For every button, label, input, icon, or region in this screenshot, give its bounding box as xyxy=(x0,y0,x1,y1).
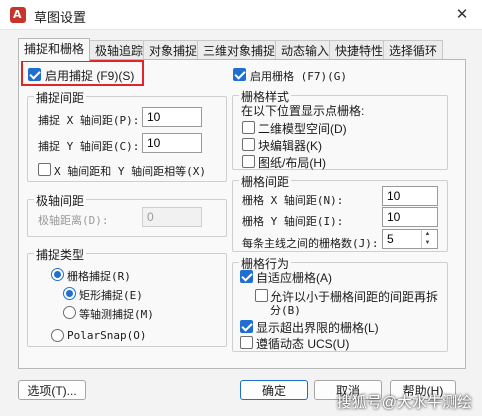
tab-selection-cycling[interactable]: 选择循环 xyxy=(383,40,444,60)
polar-spacing-title: 极轴间距 xyxy=(34,192,87,209)
follow-ucs-checkbox[interactable] xyxy=(240,336,253,349)
app-icon-glyph: A xyxy=(13,8,22,21)
tab-strip: 捕捉和栅格 极轴追踪 对象捕捉 三维对象捕捉 动态输入 快捷特性 选择循环 xyxy=(18,38,466,61)
grid-snap-radio[interactable] xyxy=(51,268,64,281)
equal-spacing-label[interactable]: X 轴间距和 Y 轴间距相等(X) xyxy=(54,163,206,179)
app-icon: A xyxy=(10,7,26,23)
snap-spacing-title: 捕捉间距 xyxy=(34,89,87,106)
polar-distance-input[interactable] xyxy=(142,207,202,227)
annotation-highlight-box xyxy=(21,60,144,86)
follow-ucs-label[interactable]: 遵循动态 UCS(U) xyxy=(256,335,349,352)
tab-object-snap[interactable]: 对象捕捉 xyxy=(143,40,204,60)
snap-x-label: 捕捉 X 轴间距(P): xyxy=(38,114,140,127)
ok-button[interactable]: 确定 xyxy=(240,380,308,400)
grid-snap-label[interactable]: 栅格捕捉(R) xyxy=(67,268,131,284)
equal-spacing-checkbox[interactable] xyxy=(38,163,51,176)
drafting-settings-dialog: A 草图设置 ✕ 捕捉和栅格 极轴追踪 对象捕捉 三维对象捕捉 动态输入 快捷特… xyxy=(0,0,482,416)
rect-snap-radio[interactable] xyxy=(63,287,76,300)
major-line-spinner[interactable]: ▲ ▼ xyxy=(421,230,433,248)
tab-quick-properties[interactable]: 快捷特性 xyxy=(329,40,390,60)
window-title: 草图设置 xyxy=(34,10,87,25)
major-line-label: 每条主线之间的栅格数(J): xyxy=(242,237,379,250)
polar-distance-label: 极轴距离(D): xyxy=(38,214,109,227)
grid-sheet-label[interactable]: 图纸/布局(H) xyxy=(258,154,326,171)
snap-y-input[interactable] xyxy=(142,133,202,153)
tab-polar-tracking[interactable]: 极轴追踪 xyxy=(89,40,150,60)
subdivide-label-line2[interactable]: 分(B) xyxy=(270,302,301,318)
watermark-text: 搜狐号@大水牛测绘 xyxy=(336,394,472,411)
adaptive-grid-checkbox[interactable] xyxy=(240,270,253,283)
iso-snap-radio[interactable] xyxy=(63,306,76,319)
grid-x-input[interactable] xyxy=(382,186,438,206)
rect-snap-label[interactable]: 矩形捕捉(E) xyxy=(79,287,143,303)
grid-block-checkbox[interactable] xyxy=(242,138,255,151)
close-icon[interactable]: ✕ xyxy=(450,4,474,26)
snap-y-label: 捕捉 Y 轴间距(C): xyxy=(38,140,140,153)
spin-up-icon[interactable]: ▲ xyxy=(422,230,433,239)
snap-type-title: 捕捉类型 xyxy=(34,246,87,263)
beyond-limits-label[interactable]: 显示超出界限的栅格(L) xyxy=(256,319,379,336)
subdivide-checkbox[interactable] xyxy=(255,289,268,302)
grid-sheet-checkbox[interactable] xyxy=(242,155,255,168)
tab-dynamic-input[interactable]: 动态输入 xyxy=(275,40,336,60)
grid-x-label: 栅格 X 轴间距(N): xyxy=(242,194,344,207)
grid-style-desc: 在以下位置显示点栅格: xyxy=(241,104,365,118)
polar-snap-radio[interactable] xyxy=(51,329,64,342)
beyond-limits-checkbox[interactable] xyxy=(240,320,253,333)
title-bar: A 草图设置 ✕ xyxy=(0,0,482,30)
spin-down-icon[interactable]: ▼ xyxy=(422,239,433,248)
tab-3d-object-snap[interactable]: 三维对象捕捉 xyxy=(197,40,282,60)
polar-snap-label[interactable]: PolarSnap(O) xyxy=(67,329,146,342)
options-button[interactable]: 选项(T)... xyxy=(18,380,86,400)
enable-grid-label[interactable]: 启用栅格 (F7)(G) xyxy=(250,68,347,84)
grid-y-input[interactable] xyxy=(382,207,438,227)
grid-y-label: 栅格 Y 轴间距(I): xyxy=(242,215,344,228)
grid-2d-label[interactable]: 二维模型空间(D) xyxy=(258,120,347,137)
grid-block-label[interactable]: 块编辑器(K) xyxy=(258,137,322,154)
iso-snap-label[interactable]: 等轴测捕捉(M) xyxy=(79,306,154,322)
snap-x-input[interactable] xyxy=(142,107,202,127)
adaptive-grid-label[interactable]: 自适应栅格(A) xyxy=(256,269,332,286)
enable-grid-checkbox[interactable] xyxy=(233,68,246,81)
grid-2d-checkbox[interactable] xyxy=(242,121,255,134)
grid-spacing-title: 栅格间距 xyxy=(239,173,292,190)
tab-snap-grid[interactable]: 捕捉和栅格 xyxy=(18,38,91,61)
